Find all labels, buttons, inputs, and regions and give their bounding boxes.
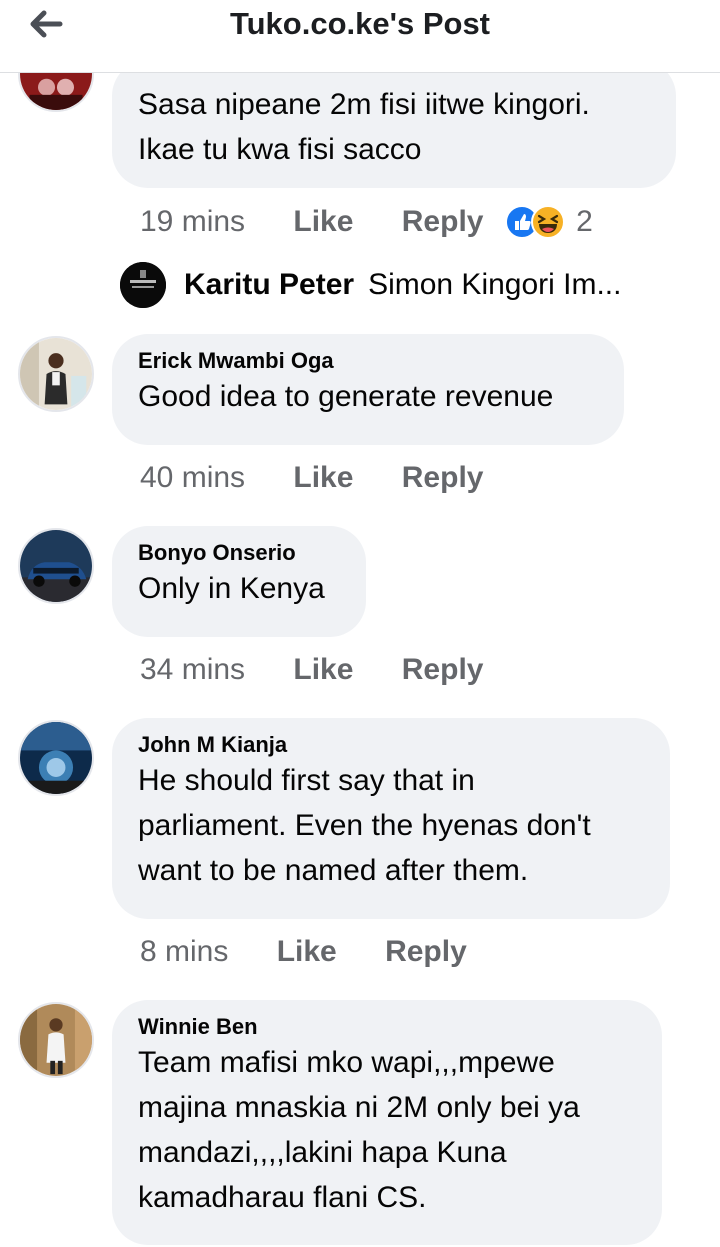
comment-time: 8 mins bbox=[140, 935, 229, 969]
comment-time: 40 mins bbox=[140, 461, 246, 495]
comment-text: Team mafisi mko wapi,,,mpewe majina mnas… bbox=[138, 1046, 580, 1214]
comment-text: Good idea to generate revenue bbox=[138, 380, 554, 413]
comment-bubble: Winnie Ben Team mafisi mko wapi,,,mpewe … bbox=[112, 1000, 662, 1245]
comment-bubble: Erick Mwambi Oga Good idea to generate r… bbox=[112, 334, 624, 445]
reply-button[interactable]: Reply bbox=[402, 205, 484, 239]
comment-author[interactable]: Bonyo Onserio bbox=[138, 540, 340, 566]
reply-button[interactable]: Reply bbox=[385, 935, 467, 969]
comment-bubble: Sasa nipeane 2m fisi iitwe kingori. Ikae… bbox=[112, 60, 676, 188]
comment-actions: 34 mins Like Reply bbox=[140, 652, 523, 692]
reaction-count[interactable]: 2 bbox=[576, 205, 593, 239]
comment-author[interactable]: John M Kianja bbox=[138, 732, 644, 758]
comment-bubble: John M Kianja He should first say that i… bbox=[112, 718, 670, 919]
page-title: Tuko.co.ke's Post bbox=[229, 6, 491, 41]
avatar[interactable] bbox=[18, 1002, 94, 1078]
comment-author[interactable]: Winnie Ben bbox=[138, 1014, 636, 1040]
comment-actions: 19 mins Like Reply 2 bbox=[140, 204, 593, 244]
like-button[interactable]: Like bbox=[293, 653, 353, 687]
reply-button[interactable]: Reply bbox=[402, 653, 484, 687]
avatar[interactable] bbox=[18, 336, 94, 412]
reply-preview[interactable]: Karitu Peter Simon Kingori Im... bbox=[120, 262, 621, 312]
comment-actions: 40 mins Like Reply bbox=[140, 460, 523, 500]
reply-text: Simon Kingori Im... bbox=[368, 268, 622, 301]
reply-author[interactable]: Karitu Peter bbox=[184, 268, 354, 301]
comment-text: Only in Kenya bbox=[138, 572, 325, 605]
comment-text: Sasa nipeane 2m fisi iitwe kingori. Ikae… bbox=[138, 88, 590, 166]
comment-time: 34 mins bbox=[140, 653, 246, 687]
like-button[interactable]: Like bbox=[293, 205, 353, 239]
avatar[interactable] bbox=[120, 262, 166, 308]
like-button[interactable]: Like bbox=[277, 935, 337, 969]
comment-bubble: Bonyo Onserio Only in Kenya bbox=[112, 526, 366, 637]
reply-button[interactable]: Reply bbox=[402, 461, 484, 495]
avatar[interactable] bbox=[18, 528, 94, 604]
haha-reaction-icon bbox=[530, 205, 565, 240]
avatar[interactable] bbox=[18, 720, 94, 796]
comment-actions: 8 mins Like Reply bbox=[140, 934, 507, 974]
comment-text: He should first say that in parliament. … bbox=[138, 764, 591, 887]
comment-author[interactable]: Erick Mwambi Oga bbox=[138, 348, 598, 374]
top-bar: Tuko.co.ke's Post bbox=[0, 0, 720, 73]
reaction-summary[interactable] bbox=[504, 204, 568, 240]
like-button[interactable]: Like bbox=[293, 461, 353, 495]
comment-time: 19 mins bbox=[140, 205, 246, 239]
